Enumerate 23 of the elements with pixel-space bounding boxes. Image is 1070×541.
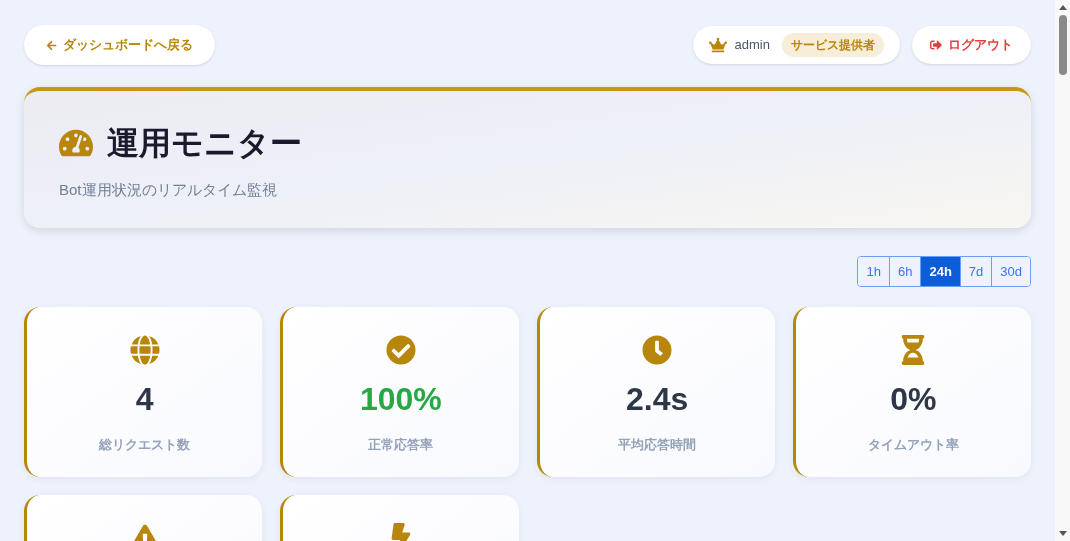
user-name: admin xyxy=(734,36,770,55)
scroll-thumb[interactable] xyxy=(1058,15,1067,75)
logout-icon xyxy=(930,39,942,51)
stat-label: 正常応答率 xyxy=(368,436,434,454)
stat-label: 平均応答時間 xyxy=(618,436,697,454)
stat-value: 2.4s xyxy=(626,383,689,415)
role-badge: サービス提供者 xyxy=(782,33,884,57)
scrollbar[interactable] xyxy=(1055,0,1070,541)
stat-value: 4 xyxy=(135,383,154,415)
logout-button[interactable]: ログアウト xyxy=(912,26,1031,64)
range-tab[interactable]: 30d xyxy=(991,257,1030,286)
stat-label: 総リクエスト数 xyxy=(99,436,191,454)
page-title: 運用モニター xyxy=(107,124,302,163)
page-subtitle: Bot運用状況のリアルタイム監視 xyxy=(59,180,278,200)
stat-label: タイムアウト率 xyxy=(867,436,959,454)
back-button[interactable]: ダッシュボードへ戻る xyxy=(24,25,215,65)
crown-icon xyxy=(708,36,727,54)
arrow-left-icon xyxy=(46,39,57,51)
stat-value: 100% xyxy=(359,383,442,415)
clock-icon xyxy=(642,335,673,365)
stat-value: 0% xyxy=(890,383,937,415)
range-tab[interactable]: 24h xyxy=(920,257,960,286)
globe-icon xyxy=(129,335,160,365)
